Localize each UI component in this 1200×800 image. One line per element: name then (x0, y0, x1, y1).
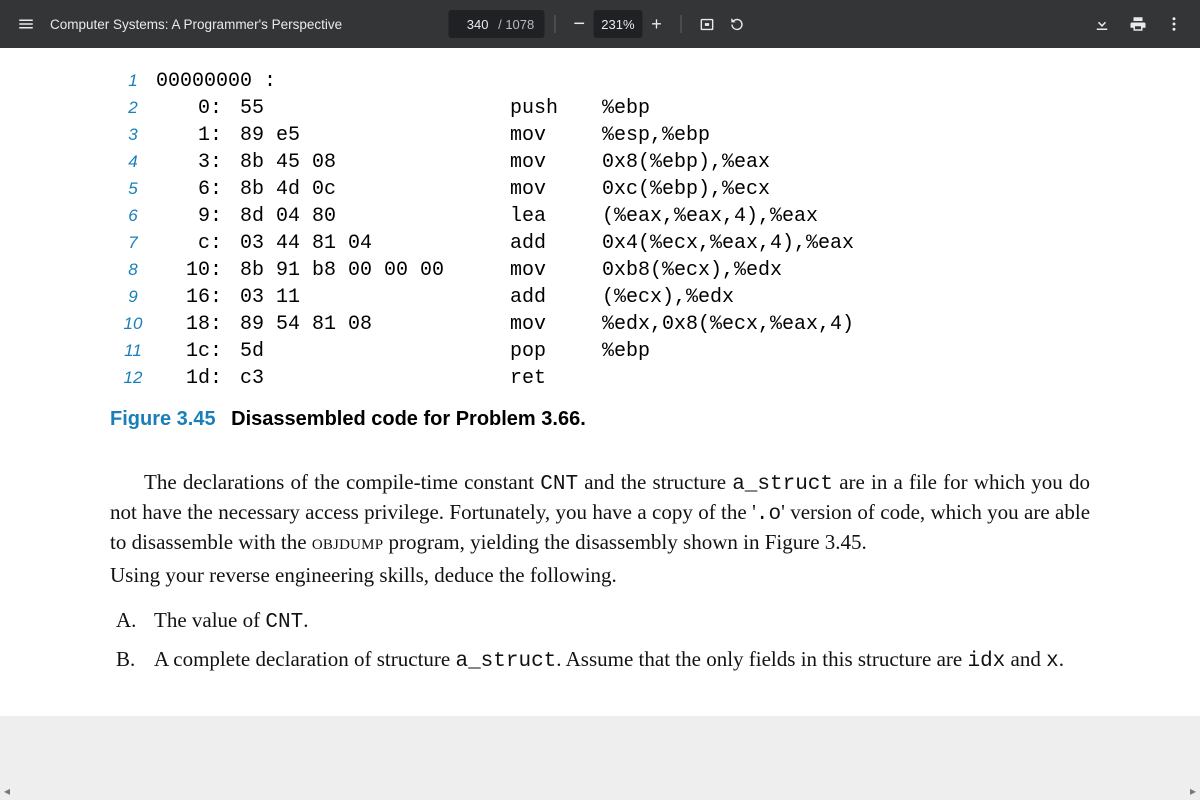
addr: 16: (156, 286, 240, 309)
question-b: B. A complete declaration of structure a… (110, 646, 1090, 676)
line-number: 2 (110, 98, 156, 118)
addr: 6: (156, 178, 240, 201)
line-number: 8 (110, 260, 156, 280)
bytes: 03 11 (240, 286, 510, 309)
operands: 0xc(%ebp),%ecx (602, 178, 1090, 201)
operands: %edx,0x8(%ecx,%eax,4) (602, 313, 1090, 336)
mnemonic: ret (510, 367, 602, 390)
operands: 0x4(%ecx,%eax,4),%eax (602, 232, 1090, 255)
rotate-icon[interactable] (722, 9, 752, 39)
disasm-row: 31:89 e5mov%esp,%ebp (110, 124, 1090, 151)
body-paragraph-2: Using your reverse engineering skills, d… (110, 562, 1090, 589)
disasm-row: 20:55push%ebp (110, 97, 1090, 124)
horizontal-scroll-hints: ◂ ▸ (0, 784, 1200, 800)
line-number: 11 (110, 341, 156, 361)
mnemonic: mov (510, 313, 602, 336)
menu-icon[interactable] (8, 6, 44, 42)
addr: 0: (156, 97, 240, 120)
line-number: 7 (110, 233, 156, 253)
line-number: 5 (110, 179, 156, 199)
operands: %esp,%ebp (602, 124, 1090, 147)
fit-page-icon[interactable] (692, 9, 722, 39)
question-a: A. The value of CNT. (110, 607, 1090, 637)
disasm-row: 916:03 11add(%ecx),%edx (110, 286, 1090, 313)
addr: 1: (156, 124, 240, 147)
question-list: A. The value of CNT. B. A complete decla… (110, 607, 1090, 677)
pdf-page: 100000000 :20:55push%ebp31:89 e5mov%esp,… (0, 48, 1200, 716)
more-icon[interactable] (1156, 6, 1192, 42)
mnemonic: mov (510, 151, 602, 174)
disasm-row: 7c:03 44 81 04add0x4(%ecx,%eax,4),%eax (110, 232, 1090, 259)
divider (681, 15, 682, 33)
disasm-row: 43:8b 45 08mov0x8(%ebp),%eax (110, 151, 1090, 178)
line-number: 12 (110, 368, 156, 388)
document-title: Computer Systems: A Programmer's Perspec… (50, 17, 342, 32)
mnemonic: pop (510, 340, 602, 363)
bytes: 8d 04 80 (240, 205, 510, 228)
addr: 18: (156, 313, 240, 336)
toolbar-center: / 1078 − 231% + (448, 9, 751, 39)
line-number: 3 (110, 125, 156, 145)
line-number: 4 (110, 152, 156, 172)
addr: c: (156, 232, 240, 255)
figure-text: Disassembled code for Problem 3.66. (231, 408, 586, 430)
operands: %ebp (602, 97, 1090, 120)
line-number: 1 (110, 71, 156, 91)
disasm-row: 100000000 : (110, 70, 1090, 97)
disasm-row: 121d:c3ret (110, 367, 1090, 394)
mnemonic: mov (510, 259, 602, 282)
operands: (%ecx),%edx (602, 286, 1090, 309)
mnemonic: add (510, 232, 602, 255)
page-indicator: / 1078 (448, 10, 544, 38)
mnemonic: push (510, 97, 602, 120)
pdf-toolbar: Computer Systems: A Programmer's Perspec… (0, 0, 1200, 48)
download-icon[interactable] (1084, 6, 1120, 42)
disasm-row: 810:8b 91 b8 00 00 00mov0xb8(%ecx),%edx (110, 259, 1090, 286)
mnemonic: mov (510, 178, 602, 201)
line-number: 6 (110, 206, 156, 226)
mnemonic: mov (510, 124, 602, 147)
addr: 3: (156, 151, 240, 174)
figure-label: Figure 3.45 (110, 408, 216, 430)
disasm-row: 111c:5dpop%ebp (110, 340, 1090, 367)
bytes: 8b 4d 0c (240, 178, 510, 201)
bytes: 55 (240, 97, 510, 120)
operands: 0xb8(%ecx),%edx (602, 259, 1090, 282)
disasm-row: 1018:89 54 81 08mov%edx,0x8(%ecx,%eax,4) (110, 313, 1090, 340)
disasm-header: 00000000 : (156, 70, 1090, 93)
disasm-row: 69:8d 04 80lea(%eax,%eax,4),%eax (110, 205, 1090, 232)
bytes: 03 44 81 04 (240, 232, 510, 255)
mnemonic: lea (510, 205, 602, 228)
addr: 10: (156, 259, 240, 282)
mnemonic: add (510, 286, 602, 309)
disassembly-listing: 100000000 :20:55push%ebp31:89 e5mov%esp,… (110, 70, 1090, 394)
line-number: 9 (110, 287, 156, 307)
zoom-out-button[interactable]: − (565, 10, 593, 38)
addr: 1c: (156, 340, 240, 363)
page-total: / 1078 (490, 17, 542, 32)
operands: %ebp (602, 340, 1090, 363)
addr: 9: (156, 205, 240, 228)
bytes: 89 e5 (240, 124, 510, 147)
operands: 0x8(%ebp),%eax (602, 151, 1090, 174)
print-icon[interactable] (1120, 6, 1156, 42)
page-input[interactable] (450, 16, 490, 33)
addr: 1d: (156, 367, 240, 390)
operands: (%eax,%eax,4),%eax (602, 205, 1090, 228)
scroll-left-arrow[interactable]: ◂ (4, 784, 10, 800)
divider (554, 15, 555, 33)
bytes: c3 (240, 367, 510, 390)
figure-caption: Figure 3.45 Disassembled code for Proble… (110, 408, 1090, 431)
bytes: 8b 91 b8 00 00 00 (240, 259, 510, 282)
zoom-in-button[interactable]: + (643, 10, 671, 38)
line-number: 10 (110, 314, 156, 334)
bytes: 5d (240, 340, 510, 363)
body-paragraph-1: The declarations of the compile-time con… (110, 469, 1090, 556)
pdf-viewport[interactable]: ▴ 100000000 :20:55push%ebp31:89 e5mov%es… (0, 48, 1200, 800)
disasm-row: 56:8b 4d 0cmov0xc(%ebp),%ecx (110, 178, 1090, 205)
bytes: 89 54 81 08 (240, 313, 510, 336)
scroll-right-arrow[interactable]: ▸ (1190, 784, 1196, 800)
zoom-value[interactable]: 231% (593, 10, 642, 38)
bytes: 8b 45 08 (240, 151, 510, 174)
